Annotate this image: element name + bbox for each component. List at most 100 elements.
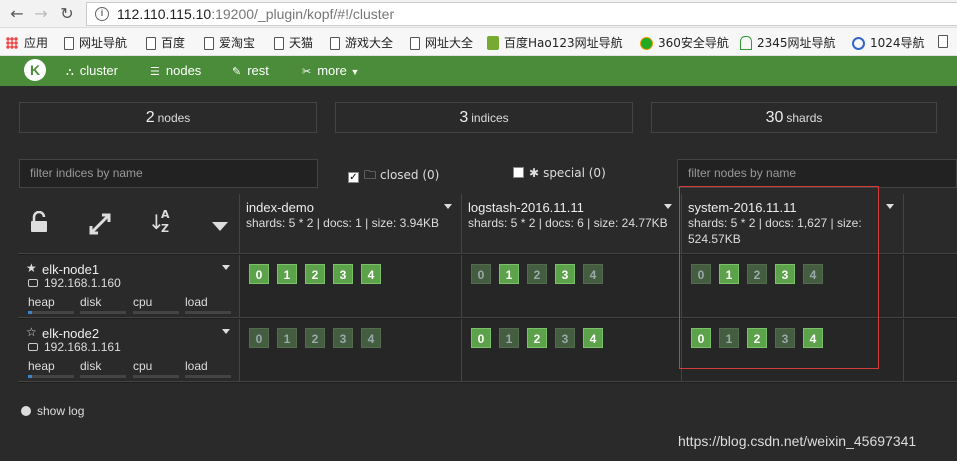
index-name[interactable]: logstash-2016.11.11 bbox=[468, 200, 584, 215]
kopf-logo[interactable]: K bbox=[24, 59, 46, 81]
cpu-bar bbox=[133, 311, 179, 314]
caret-down-icon[interactable] bbox=[664, 204, 672, 209]
index-header-index-demo: index-demo shards: 5 * 2 | docs: 1 | siz… bbox=[240, 194, 462, 254]
bookmark-item[interactable]: 网址大全 bbox=[410, 34, 473, 50]
page-icon bbox=[938, 35, 948, 48]
bookmark-item[interactable]: 1024导航 bbox=[852, 34, 925, 50]
nav-cluster[interactable]: ⛬ cluster bbox=[66, 63, 118, 79]
bookmarks-bar: 应用 网址导航 百度 爱淘宝 天猫 游戏大全 网址大全 百度Hao123网址导航… bbox=[0, 28, 957, 56]
disk-bar bbox=[80, 375, 126, 378]
shard-cell-empty bbox=[904, 255, 957, 318]
shard-3[interactable]: 3 bbox=[333, 264, 353, 284]
checkbox-unchecked[interactable] bbox=[513, 167, 524, 178]
shard-0[interactable]: 0 bbox=[249, 328, 269, 348]
bookmark-item[interactable]: 游戏大全 bbox=[330, 34, 393, 50]
heap-bar-fill bbox=[28, 375, 32, 378]
metric-disk-label: disk bbox=[80, 359, 102, 373]
page-icon bbox=[274, 37, 284, 50]
filter-indices-input[interactable]: filter indices by name bbox=[19, 159, 318, 188]
shard-0[interactable]: 0 bbox=[249, 264, 269, 284]
shard-0[interactable]: 0 bbox=[471, 264, 491, 284]
info-icon[interactable]: i bbox=[95, 7, 109, 21]
heap-bar-fill bbox=[28, 311, 32, 314]
expand-icon[interactable] bbox=[88, 212, 112, 236]
stat-indices: 3 indices bbox=[335, 102, 633, 133]
forward-icon[interactable]: → bbox=[30, 3, 52, 25]
page-icon bbox=[64, 37, 74, 50]
address-bar[interactable]: i 112.110.115.10:19200/_plugin/kopf/#!/c… bbox=[86, 2, 957, 26]
checkbox-checked[interactable]: ✓ bbox=[348, 172, 359, 183]
shard-1[interactable]: 1 bbox=[277, 328, 297, 348]
bookmark-item[interactable]: 网址导航 bbox=[64, 34, 127, 50]
bookmark-item[interactable]: 2345网址导航 bbox=[740, 34, 836, 50]
sort-alpha-icon[interactable]: ↓ A Z bbox=[148, 208, 170, 235]
nav-nodes[interactable]: ☰ nodes bbox=[150, 63, 201, 78]
caret-down-icon[interactable] bbox=[222, 265, 230, 270]
metric-load-label: load bbox=[185, 295, 208, 309]
shard-0[interactable]: 0 bbox=[471, 328, 491, 348]
unlock-icon[interactable] bbox=[30, 211, 48, 233]
filter-nodes-input[interactable]: filter nodes by name bbox=[677, 159, 957, 188]
back-icon[interactable]: ← bbox=[6, 3, 28, 25]
shard-1[interactable]: 1 bbox=[277, 264, 297, 284]
metric-heap-label: heap bbox=[28, 359, 55, 373]
shard-2[interactable]: 2 bbox=[305, 264, 325, 284]
shard-4[interactable]: 4 bbox=[361, 328, 381, 348]
index-meta: shards: 5 * 2 | docs: 1 | size: 3.94KB bbox=[246, 216, 440, 230]
bookmark-item[interactable]: 百度Hao123网址导航 bbox=[487, 34, 623, 50]
shard-cell: 01234 bbox=[240, 319, 462, 382]
shard-cell: 01234 bbox=[462, 255, 682, 318]
bookmark-item[interactable]: 360安全导航 bbox=[640, 34, 729, 50]
shard-cell-empty bbox=[904, 319, 957, 382]
caret-down-icon[interactable] bbox=[222, 329, 230, 334]
node-name[interactable]: elk-node2 bbox=[42, 326, 99, 341]
shard-cell: 01234 bbox=[462, 319, 682, 382]
shard-3[interactable]: 3 bbox=[555, 264, 575, 284]
stat-shards: 30 shards bbox=[651, 102, 937, 133]
shard-4[interactable]: 4 bbox=[583, 328, 603, 348]
shard-4[interactable]: 4 bbox=[361, 264, 381, 284]
load-bar bbox=[185, 311, 231, 314]
metric-disk-label: disk bbox=[80, 295, 102, 309]
index-name[interactable]: index-demo bbox=[246, 200, 314, 215]
bookmark-item[interactable]: 天猫 bbox=[274, 34, 313, 50]
caret-down-icon[interactable] bbox=[444, 204, 452, 209]
bookmark-item[interactable] bbox=[938, 34, 953, 50]
index-meta: shards: 5 * 2 | docs: 6 | size: 24.77KB bbox=[468, 216, 668, 230]
heap-bar bbox=[28, 311, 74, 314]
cpu-bar bbox=[133, 375, 179, 378]
shard-2[interactable]: 2 bbox=[527, 328, 547, 348]
node-name[interactable]: elk-node1 bbox=[42, 262, 99, 277]
node-ip: 192.168.1.161 bbox=[44, 340, 121, 354]
caret-down-icon[interactable] bbox=[212, 222, 228, 231]
caret-down-icon[interactable] bbox=[886, 204, 894, 209]
show-log-button[interactable]: show log bbox=[21, 404, 84, 418]
grid-empty-header bbox=[904, 194, 957, 254]
wrench-icon: ✂ bbox=[302, 65, 312, 78]
node-ip: 192.168.1.160 bbox=[44, 276, 121, 290]
reload-icon[interactable]: ↻ bbox=[56, 3, 78, 25]
nav-more[interactable]: ✂ more ▼ bbox=[302, 63, 359, 78]
star-filled-icon: ★ bbox=[26, 261, 37, 275]
bookmark-item[interactable]: 百度 bbox=[146, 34, 185, 50]
closed-checkbox[interactable]: ✓ 🗀 closed (0) bbox=[348, 166, 439, 187]
nav-rest[interactable]: ✎ rest bbox=[232, 63, 269, 78]
server-icon: ☰ bbox=[150, 65, 160, 78]
shard-3[interactable]: 3 bbox=[555, 328, 575, 348]
shard-3[interactable]: 3 bbox=[333, 328, 353, 348]
360-icon bbox=[640, 37, 653, 50]
shard-4[interactable]: 4 bbox=[583, 264, 603, 284]
address-text[interactable]: 112.110.115.10:19200/_plugin/kopf/#!/clu… bbox=[117, 6, 394, 22]
page-icon bbox=[204, 37, 214, 50]
shard-1[interactable]: 1 bbox=[499, 328, 519, 348]
bookmark-apps[interactable]: 应用 bbox=[6, 34, 48, 50]
bookmark-item[interactable]: 爱淘宝 bbox=[204, 34, 255, 50]
special-checkbox[interactable]: ✱ special (0) bbox=[513, 166, 606, 180]
shard-2[interactable]: 2 bbox=[527, 264, 547, 284]
shard-2[interactable]: 2 bbox=[305, 328, 325, 348]
browser-toolbar: ← → ↻ i 112.110.115.10:19200/_plugin/kop… bbox=[0, 0, 957, 28]
page-icon bbox=[330, 37, 340, 50]
stat-nodes: 2 nodes bbox=[19, 102, 317, 133]
star-empty-icon: ☆ bbox=[26, 325, 37, 339]
shard-1[interactable]: 1 bbox=[499, 264, 519, 284]
